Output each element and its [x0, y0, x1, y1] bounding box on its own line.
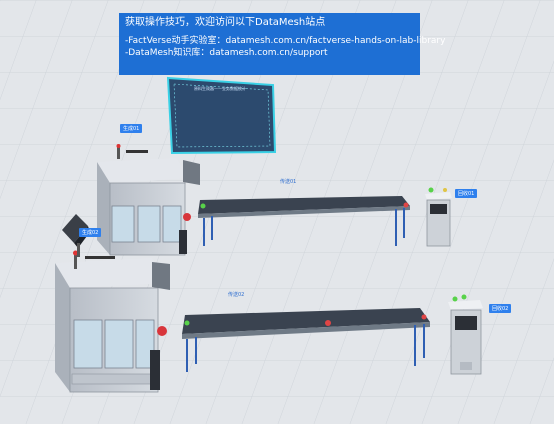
banner-title: 获取操作技巧，欢迎访问以下DataMesh站点	[125, 17, 326, 28]
tag-generator-1[interactable]: 生成01	[120, 124, 143, 133]
label-conveyor-2: 传送02	[228, 292, 245, 298]
recycle-bin-2[interactable]	[448, 294, 483, 375]
tag-recycle-2[interactable]: 回收02	[489, 304, 512, 313]
board-title: 原料生成器——业务数据统计	[194, 86, 246, 91]
recycle-bin-1[interactable]	[425, 187, 452, 247]
banner-link-lab[interactable]: -FactVerse动手实验室：datamesh.com.cn/factvers…	[125, 35, 445, 47]
generator-machine-2[interactable]	[55, 250, 170, 393]
label-conveyor-1: 传送01	[280, 179, 297, 185]
info-banner: 获取操作技巧，欢迎访问以下DataMesh站点 -FactVerse动手实验室：…	[119, 13, 445, 75]
tag-generator-2[interactable]: 生成02	[79, 228, 102, 237]
tag-recycle-1[interactable]: 回收01	[455, 189, 478, 198]
banner-link-support[interactable]: -DataMesh知识库：datamesh.com.cn/support	[125, 47, 414, 59]
